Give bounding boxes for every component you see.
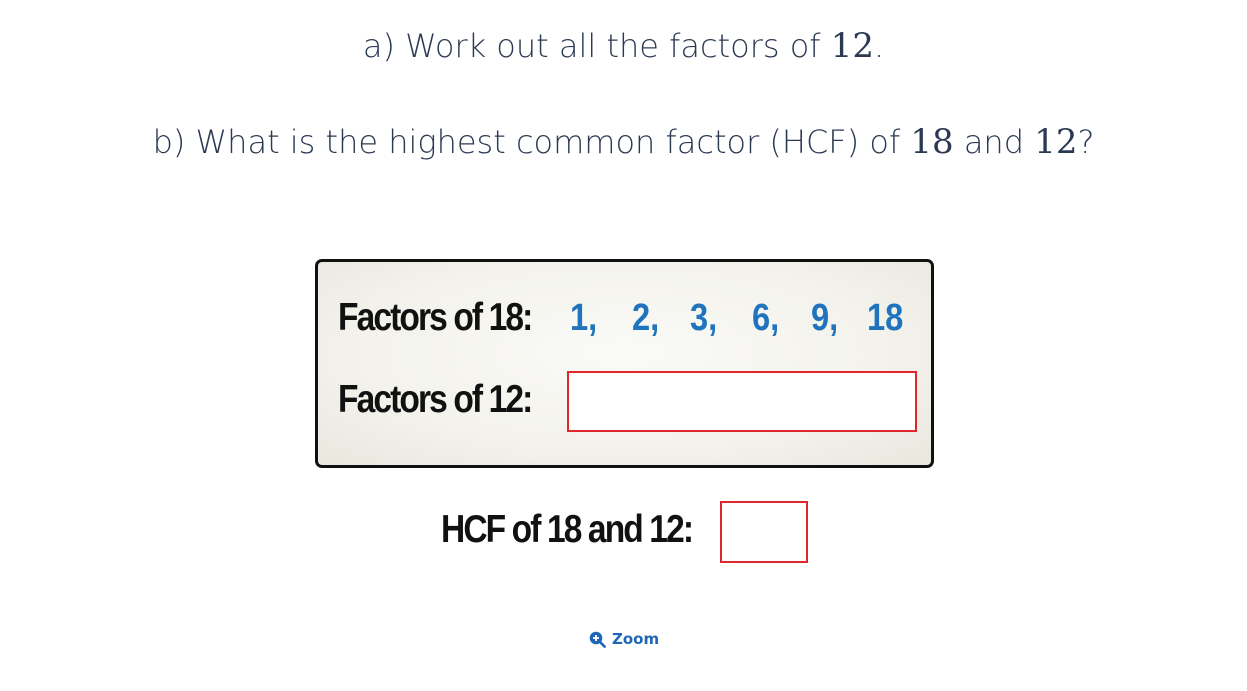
question-b-end: ? [1077,123,1095,161]
factor-item: 2, [632,297,660,339]
factors-card: Factors of 18: 1, 2, 3, 6, 9, 18 Factors… [315,259,934,468]
factor-item: 3, [690,297,718,339]
factors-of-18-list: 1, 2, 3, 6, 9, 18 [570,297,911,340]
question-a-end: . [874,27,885,65]
zoom-label: Zoom [612,630,660,648]
question-a: a) Work out all the factors of 12. [0,26,1247,66]
zoom-button[interactable]: Zoom [589,630,659,648]
factors-of-12-label: Factors of 12: [338,378,533,421]
hcf-label: HCF of 18 and 12: [441,508,694,551]
question-a-number: 12 [830,26,874,66]
factor-item: 9, [811,297,839,339]
question-b-number-2: 12 [1034,122,1078,162]
factors-of-12-answer-box[interactable] [567,371,917,432]
factors-of-18-label: Factors of 18: [338,296,533,339]
question-b-text: b) What is the highest common factor (HC… [152,123,911,161]
hcf-answer-box[interactable] [720,501,808,563]
question-b-and: and [953,123,1035,161]
question-b-number-1: 18 [910,122,954,162]
factor-item: 1, [570,297,598,339]
question-b: b) What is the highest common factor (HC… [0,122,1247,162]
factor-item: 18 [867,297,904,339]
zoom-in-icon [589,631,606,648]
question-a-text: a) Work out all the factors of [362,27,831,65]
factor-item: 6, [752,297,780,339]
